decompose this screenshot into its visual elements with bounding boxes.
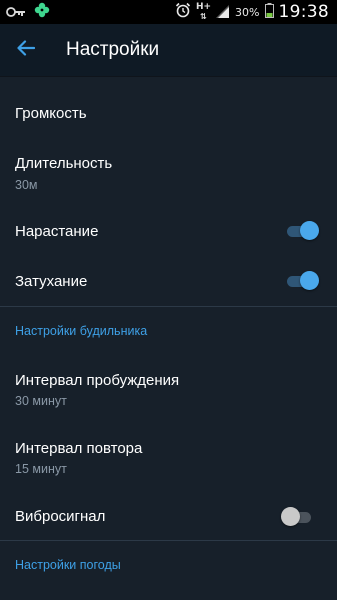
section-weather-settings: Настройки погоды — [0, 541, 337, 591]
setting-fade-in[interactable]: Нарастание — [0, 216, 337, 266]
setting-value: 30 минут — [15, 394, 67, 408]
app-bar: Настройки — [0, 24, 337, 76]
setting-title: Длительность — [15, 155, 113, 172]
battery-percent: 30% — [235, 5, 260, 19]
setting-volume[interactable]: Громкость — [0, 76, 337, 150]
network-type-indicator: H+ ⇅ — [195, 2, 212, 22]
toggle-knob — [281, 507, 300, 526]
clock: 19:38 — [278, 2, 329, 22]
clover-icon — [34, 2, 50, 22]
status-bar: H+ ⇅ 30% 19:38 — [0, 0, 337, 24]
setting-duration[interactable]: Длительность 30м — [0, 150, 337, 216]
vibration-toggle[interactable] — [281, 507, 315, 527]
fade-in-toggle[interactable] — [285, 221, 319, 241]
setting-title: Интервал пробуждения — [15, 372, 180, 389]
setting-fade-out[interactable]: Затухание — [0, 266, 337, 306]
setting-title: Вибросигнал — [15, 508, 106, 525]
section-alarm-settings: Настройки будильника — [0, 307, 337, 357]
fade-out-toggle[interactable] — [285, 271, 319, 291]
setting-repeat-interval[interactable]: Интервал повтора 15 минут — [0, 423, 337, 489]
toggle-knob — [300, 221, 319, 240]
section-header: Настройки будильника — [15, 324, 148, 338]
back-button[interactable] — [0, 24, 52, 76]
toggle-knob — [300, 271, 319, 290]
setting-title: Нарастание — [15, 223, 99, 240]
page-title: Настройки — [66, 39, 160, 60]
setting-title: Интервал повтора — [15, 440, 143, 457]
setting-vibration[interactable]: Вибросигнал — [0, 489, 337, 539]
key-icon — [6, 3, 26, 22]
setting-title: Громкость — [15, 105, 87, 122]
battery-icon — [264, 2, 274, 22]
signal-strength-icon — [216, 3, 230, 22]
arrow-left-icon — [17, 39, 36, 61]
setting-wake-interval[interactable]: Интервал пробуждения 30 минут — [0, 357, 337, 423]
alarm-clock-icon — [175, 2, 191, 22]
setting-value: 15 минут — [15, 462, 67, 476]
setting-value: 30м — [15, 178, 38, 192]
setting-title: Затухание — [15, 273, 88, 290]
section-header: Настройки погоды — [15, 558, 121, 572]
